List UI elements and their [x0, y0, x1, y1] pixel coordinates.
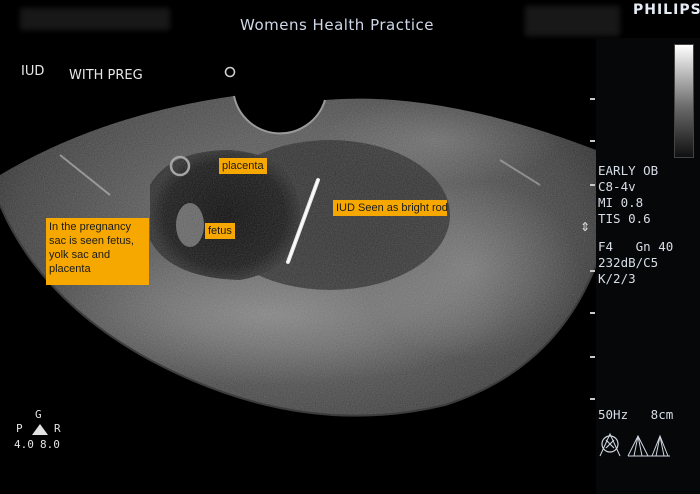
depth-tick: [590, 356, 595, 358]
orientation-triangle-icon: [32, 424, 48, 435]
orientation-g: G: [35, 408, 42, 421]
orientation-value-2: 8.0: [40, 438, 60, 451]
param-preset: EARLY OB: [598, 163, 659, 178]
orientation-value-1: 4.0: [14, 438, 34, 451]
orientation-p: P: [16, 422, 23, 435]
param-persistence: K/2/3: [598, 271, 636, 286]
probe-scale-icon: [599, 432, 670, 457]
annotation-placenta: placenta: [219, 158, 267, 174]
annotation-iud: IUD Seen as bright rod: [333, 200, 448, 216]
redacted-patient-info: [20, 8, 170, 30]
greyscale-bar: [674, 44, 694, 158]
param-probe: C8-4v: [598, 179, 636, 194]
orientation-r: R: [54, 422, 61, 435]
annotation-sac: In the pregnancy sac is seen fetus, yolk…: [46, 218, 149, 285]
depth-tick: [590, 184, 595, 186]
depth-tick: [590, 98, 595, 100]
label-iud: IUD: [21, 64, 45, 79]
depth-tick: [590, 270, 595, 272]
page-title: Womens Health Practice: [240, 16, 434, 34]
param-tis: TIS 0.6: [598, 211, 651, 226]
param-dynamic-range: 232dB/C5: [598, 255, 659, 270]
label-with-preg: WITH PREG: [69, 68, 143, 83]
param-mi: MI 0.8: [598, 195, 644, 210]
focus-arrows-icon: ⇕: [580, 220, 591, 234]
ultrasound-screen: Womens Health Practice PHILIPS IUD WITH …: [0, 0, 700, 494]
brand-logo: PHILIPS: [633, 2, 700, 18]
orientation-marker: G P R 4.0 8.0: [14, 408, 84, 458]
depth-tick: [590, 398, 595, 400]
depth-tick: [590, 312, 595, 314]
annotation-fetus: fetus: [205, 223, 235, 239]
param-frame-depth: 50Hz 8cm: [598, 407, 674, 422]
focus-marker-icon: [224, 66, 236, 78]
param-freq-gain: F4 Gn 40: [598, 239, 674, 254]
redacted-exam-info: [525, 6, 620, 36]
depth-tick: [590, 140, 595, 142]
